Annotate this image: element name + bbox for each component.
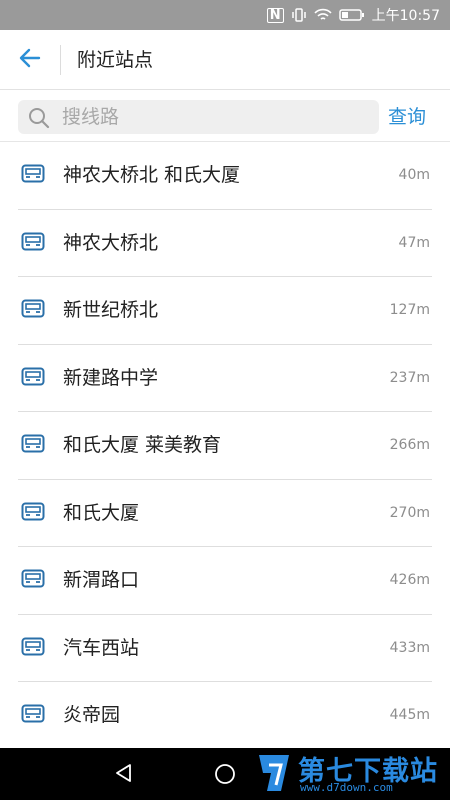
list-item[interactable]: 新世纪桥北 127m — [0, 277, 450, 345]
page-title: 附近站点 — [77, 49, 154, 71]
station-distance: 40m — [398, 167, 430, 183]
station-name: 和氏大厦 — [63, 501, 140, 524]
query-button[interactable]: 查询 — [388, 100, 426, 134]
station-name: 新渭路口 — [63, 569, 140, 591]
search-bar: 查询 — [0, 90, 450, 142]
station-name: 和氏大厦 莱美教育 — [63, 434, 222, 456]
station-distance: 237m — [389, 369, 430, 386]
station-list: 神农大桥北 和氏大厦 40m 神农大桥北 47m 新世纪桥北 127m 新建路中… — [0, 142, 450, 750]
list-item[interactable]: 新渭路口 426m — [0, 547, 450, 615]
list-item[interactable]: 神农大桥北 和氏大厦 40m — [0, 142, 450, 210]
arrow-left-icon — [19, 48, 41, 72]
list-item[interactable]: 神农大桥北 47m — [0, 210, 450, 277]
station-distance: 127m — [389, 302, 430, 318]
bus-stop-icon — [21, 704, 45, 728]
home-circle-icon[interactable] — [213, 762, 237, 790]
status-bar: N 上午10:57 — [0, 0, 450, 30]
search-icon — [28, 107, 50, 133]
list-item[interactable]: 和氏大厦 莱美教育 266m — [0, 412, 450, 480]
station-name: 神农大桥北 和氏大厦 — [63, 164, 241, 186]
back-button[interactable] — [14, 44, 46, 76]
navigation-bar: 第七下载站 www.d7down.com — [0, 748, 450, 800]
list-item[interactable]: 汽车西站 433m — [0, 615, 450, 682]
station-name: 神农大桥北 — [63, 231, 159, 254]
list-item[interactable]: 炎帝园 445m — [0, 682, 450, 750]
station-distance: 47m — [398, 234, 430, 251]
station-distance: 426m — [389, 572, 430, 588]
station-name: 新世纪桥北 — [63, 299, 159, 321]
bus-stop-icon — [21, 299, 45, 323]
bus-stop-icon — [21, 569, 45, 593]
wifi-icon — [314, 8, 332, 22]
station-name: 炎帝园 — [63, 704, 121, 726]
bus-stop-icon — [21, 164, 45, 188]
vibrate-icon — [291, 8, 307, 22]
app-header: 附近站点 — [0, 30, 450, 90]
battery-icon — [338, 8, 365, 22]
search-box[interactable] — [18, 100, 379, 134]
list-item[interactable]: 和氏大厦 270m — [0, 480, 450, 547]
station-distance: 270m — [389, 504, 430, 521]
bus-stop-icon — [21, 434, 45, 458]
search-input[interactable] — [62, 100, 362, 134]
bus-stop-icon — [21, 637, 45, 661]
station-distance: 433m — [389, 639, 430, 656]
list-item[interactable]: 新建路中学 237m — [0, 345, 450, 412]
station-distance: 266m — [389, 437, 430, 453]
station-name: 新建路中学 — [63, 366, 159, 389]
back-triangle-icon[interactable] — [113, 762, 135, 788]
bus-stop-icon — [21, 367, 45, 391]
bus-stop-icon — [21, 232, 45, 256]
bus-stop-icon — [21, 502, 45, 526]
status-time: 上午10:57 — [371, 8, 440, 24]
station-name: 汽车西站 — [63, 636, 140, 659]
station-distance: 445m — [389, 707, 430, 723]
watermark-logo — [255, 751, 295, 799]
nfc-icon: N — [266, 7, 284, 23]
watermark-url: www.d7down.com — [300, 781, 393, 794]
header-divider — [60, 45, 61, 75]
